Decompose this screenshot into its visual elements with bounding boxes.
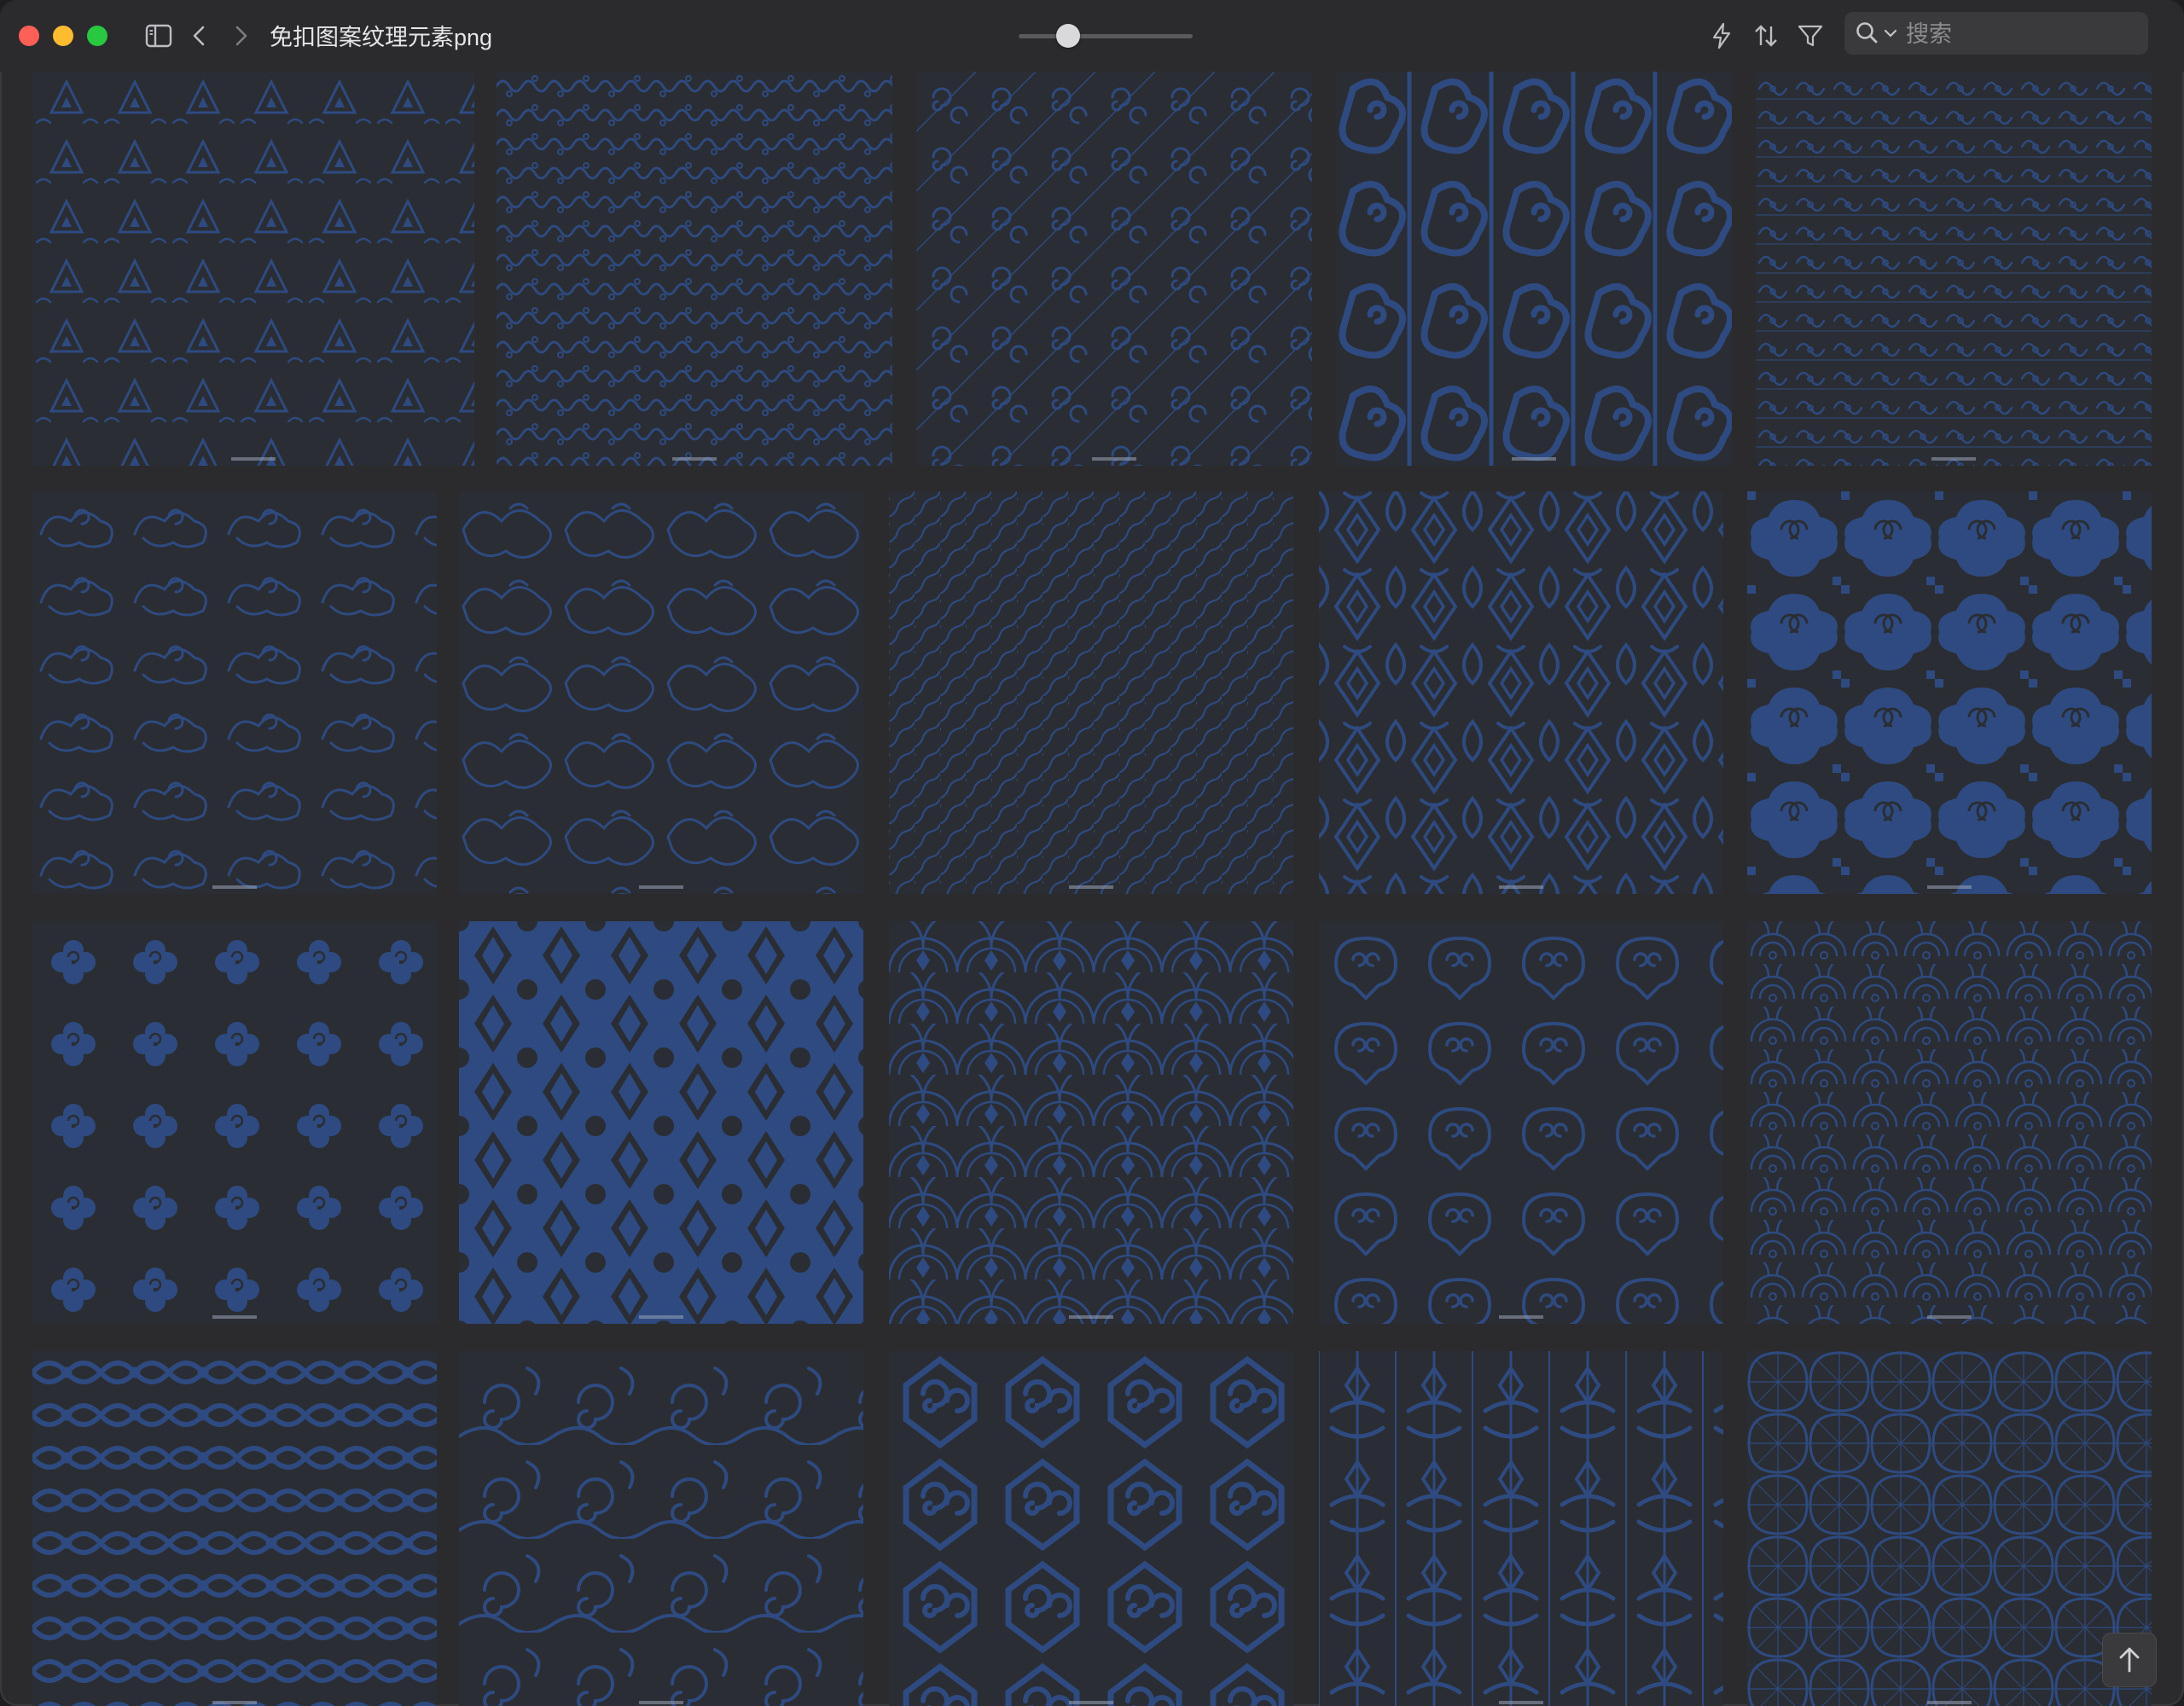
arrow-up-icon [2119,1647,2140,1673]
pattern-19-vertical-chains[interactable] [1319,1351,1723,1706]
image-gallery [0,0,2184,1706]
pattern-02-waves[interactable] [497,72,892,466]
pattern-16-interlace-rows[interactable] [32,1351,437,1706]
pattern-06-cloud-scroll[interactable] [32,491,437,894]
pattern-18-spiral-lattice[interactable] [889,1351,1293,1706]
pattern-17-cloud-hooks[interactable] [459,1351,863,1706]
pattern-15-circle-waves[interactable] [1747,921,2152,1324]
pattern-07-cloud-lines[interactable] [459,491,863,894]
pattern-20-net-mesh[interactable] [1747,1351,2152,1706]
pattern-01-triangles[interactable] [32,72,474,466]
pattern-12-dense-lattice[interactable] [459,921,863,1324]
pattern-05-fine-scrolls[interactable] [1756,72,2152,466]
pattern-13-scale-arcs[interactable] [889,921,1293,1324]
pattern-04-clouds-vertical[interactable] [1336,72,1732,466]
pattern-08-diagonal-waves[interactable] [889,491,1293,894]
scroll-to-top-button[interactable] [2102,1633,2157,1687]
pattern-03-swirls[interactable] [916,72,1312,466]
pattern-14-cloud-heads[interactable] [1319,921,1723,1324]
pattern-09-diamond-lattice[interactable] [1319,491,1723,894]
app-window: 免扣图案纹理元素png [0,0,2184,1706]
pattern-10-medallions[interactable] [1747,491,2152,894]
pattern-11-quatrefoils[interactable] [32,921,437,1324]
